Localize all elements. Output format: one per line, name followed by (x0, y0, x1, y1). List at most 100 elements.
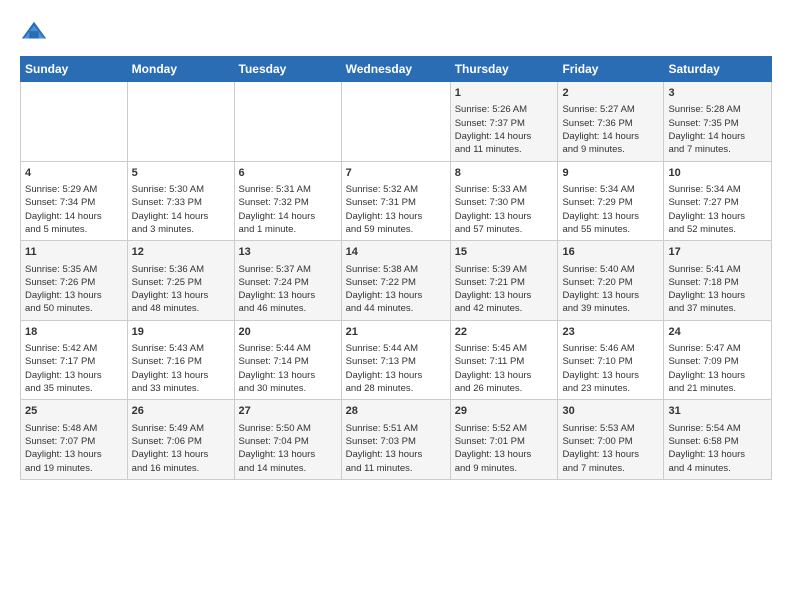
day-info: Sunrise: 5:47 AM (668, 342, 767, 355)
day-info: Sunset: 7:20 PM (562, 276, 659, 289)
day-number: 25 (25, 404, 123, 419)
calendar-cell: 14Sunrise: 5:38 AMSunset: 7:22 PMDayligh… (341, 241, 450, 321)
day-info: Sunset: 7:27 PM (668, 196, 767, 209)
day-info: and 7 minutes. (668, 143, 767, 156)
day-info: Sunset: 7:06 PM (132, 435, 230, 448)
day-info: and 37 minutes. (668, 302, 767, 315)
day-info: Sunrise: 5:37 AM (239, 263, 337, 276)
day-info: Sunrise: 5:30 AM (132, 183, 230, 196)
calendar-cell (234, 82, 341, 162)
day-number: 8 (455, 166, 554, 181)
day-info: and 52 minutes. (668, 223, 767, 236)
day-info: Sunset: 7:26 PM (25, 276, 123, 289)
day-info: Daylight: 13 hours (562, 289, 659, 302)
calendar-cell: 24Sunrise: 5:47 AMSunset: 7:09 PMDayligh… (664, 320, 772, 400)
day-info: and 42 minutes. (455, 302, 554, 315)
day-info: and 35 minutes. (25, 382, 123, 395)
day-info: Daylight: 13 hours (455, 289, 554, 302)
calendar-cell: 7Sunrise: 5:32 AMSunset: 7:31 PMDaylight… (341, 161, 450, 241)
calendar-cell: 2Sunrise: 5:27 AMSunset: 7:36 PMDaylight… (558, 82, 664, 162)
day-info: and 46 minutes. (239, 302, 337, 315)
week-row-1: 4Sunrise: 5:29 AMSunset: 7:34 PMDaylight… (21, 161, 772, 241)
logo (20, 18, 52, 46)
header-cell-thursday: Thursday (450, 57, 558, 82)
day-info: Daylight: 13 hours (132, 289, 230, 302)
day-info: Daylight: 13 hours (346, 448, 446, 461)
day-number: 13 (239, 245, 337, 260)
day-number: 26 (132, 404, 230, 419)
day-number: 29 (455, 404, 554, 419)
day-info: Sunset: 7:36 PM (562, 117, 659, 130)
day-info: Daylight: 13 hours (239, 448, 337, 461)
day-number: 31 (668, 404, 767, 419)
day-info: Daylight: 14 hours (239, 210, 337, 223)
day-number: 19 (132, 325, 230, 340)
day-info: and 3 minutes. (132, 223, 230, 236)
day-info: Sunrise: 5:44 AM (346, 342, 446, 355)
day-info: Daylight: 13 hours (562, 448, 659, 461)
calendar-cell: 20Sunrise: 5:44 AMSunset: 7:14 PMDayligh… (234, 320, 341, 400)
day-number: 15 (455, 245, 554, 260)
day-info: Sunset: 6:58 PM (668, 435, 767, 448)
day-info: Sunset: 7:33 PM (132, 196, 230, 209)
day-info: Sunrise: 5:40 AM (562, 263, 659, 276)
logo-icon (20, 18, 48, 46)
calendar-cell: 15 Sunrise: 5:39 AMSunset: 7:21 PMDayligh… (450, 241, 558, 321)
day-info: Daylight: 13 hours (668, 448, 767, 461)
day-info: Daylight: 13 hours (346, 210, 446, 223)
day-info: and 5 minutes. (25, 223, 123, 236)
day-info: Sunset: 7:01 PM (455, 435, 554, 448)
day-info: Sunset: 7:07 PM (25, 435, 123, 448)
day-info: and 19 minutes. (25, 462, 123, 475)
day-info: Daylight: 13 hours (562, 369, 659, 382)
calendar-cell: 6Sunrise: 5:31 AMSunset: 7:32 PMDaylight… (234, 161, 341, 241)
day-info: Sunrise: 5:53 AM (562, 422, 659, 435)
day-info: Sunrise: 5:54 AM (668, 422, 767, 435)
day-info: Sunrise: 5:39 AM (455, 263, 554, 276)
day-info: Daylight: 13 hours (132, 369, 230, 382)
day-number: 7 (346, 166, 446, 181)
header (20, 18, 772, 46)
calendar-cell: 23Sunrise: 5:46 AMSunset: 7:10 PMDayligh… (558, 320, 664, 400)
day-info: and 28 minutes. (346, 382, 446, 395)
day-info: Sunset: 7:21 PM (455, 276, 554, 289)
day-info: Sunrise: 5:50 AM (239, 422, 337, 435)
day-info: Daylight: 13 hours (668, 210, 767, 223)
day-number: 30 (562, 404, 659, 419)
day-info: and 30 minutes. (239, 382, 337, 395)
day-info: Sunset: 7:16 PM (132, 355, 230, 368)
day-info: Sunrise: 5:38 AM (346, 263, 446, 276)
day-info: Daylight: 14 hours (562, 130, 659, 143)
calendar-cell: 9Sunrise: 5:34 AMSunset: 7:29 PMDaylight… (558, 161, 664, 241)
day-info: and 44 minutes. (346, 302, 446, 315)
day-info: Sunset: 7:17 PM (25, 355, 123, 368)
day-info: and 9 minutes. (562, 143, 659, 156)
day-number: 21 (346, 325, 446, 340)
calendar-cell: 31 Sunrise: 5:54 AMSunset: 6:58 PMDayligh… (664, 400, 772, 480)
calendar-body: 1Sunrise: 5:26 AMSunset: 7:37 PMDaylight… (21, 82, 772, 480)
day-info: Daylight: 13 hours (668, 369, 767, 382)
day-info: Sunset: 7:14 PM (239, 355, 337, 368)
day-info: Sunrise: 5:26 AM (455, 103, 554, 116)
day-number: 11 (25, 245, 123, 260)
day-info: Sunset: 7:18 PM (668, 276, 767, 289)
day-number: 18 (25, 325, 123, 340)
day-info: Sunrise: 5:49 AM (132, 422, 230, 435)
day-info: and 16 minutes. (132, 462, 230, 475)
calendar-cell: 26Sunrise: 5:49 AMSunset: 7:06 PMDayligh… (127, 400, 234, 480)
calendar-cell: 22Sunrise: 5:45 AMSunset: 7:11 PMDayligh… (450, 320, 558, 400)
day-info: Sunrise: 5:33 AM (455, 183, 554, 196)
day-info: and 50 minutes. (25, 302, 123, 315)
day-info: Sunset: 7:32 PM (239, 196, 337, 209)
calendar-cell: 21Sunrise: 5:44 AMSunset: 7:13 PMDayligh… (341, 320, 450, 400)
day-info: Daylight: 13 hours (455, 210, 554, 223)
calendar-cell: 12Sunrise: 5:36 AMSunset: 7:25 PMDayligh… (127, 241, 234, 321)
day-info: and 1 minute. (239, 223, 337, 236)
calendar-cell: 17Sunrise: 5:41 AMSunset: 7:18 PMDayligh… (664, 241, 772, 321)
day-info: Sunrise: 5:45 AM (455, 342, 554, 355)
day-number: 4 (25, 166, 123, 181)
calendar-table: SundayMondayTuesdayWednesdayThursdayFrid… (20, 56, 772, 480)
day-info: Daylight: 13 hours (25, 289, 123, 302)
week-row-0: 1Sunrise: 5:26 AMSunset: 7:37 PMDaylight… (21, 82, 772, 162)
day-info: Sunrise: 5:36 AM (132, 263, 230, 276)
